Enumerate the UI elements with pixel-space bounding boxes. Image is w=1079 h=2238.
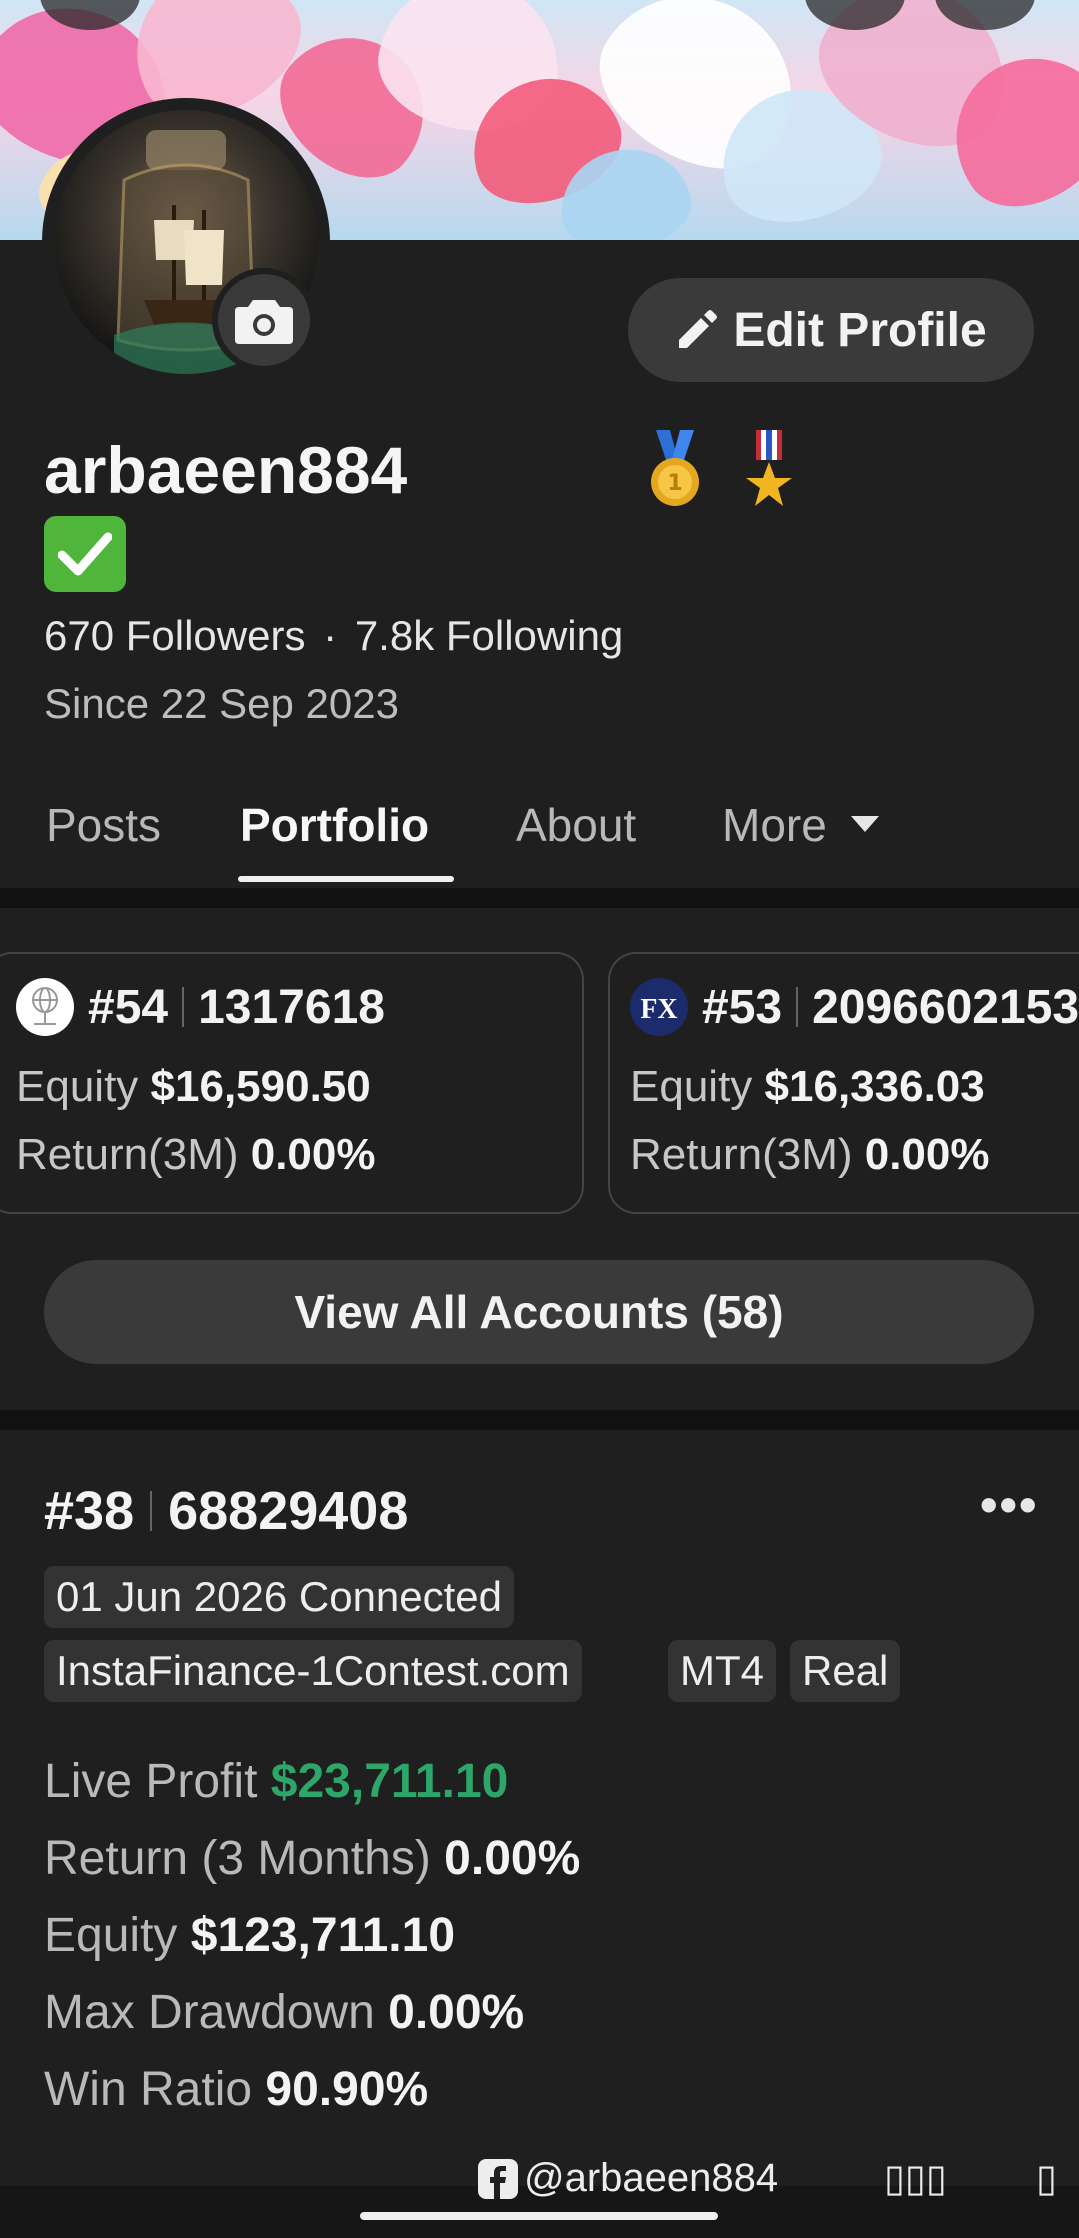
tab-more[interactable]: More bbox=[722, 798, 879, 852]
server-chip: InstaFinance-1Contest.com bbox=[44, 1640, 582, 1702]
pencil-icon bbox=[679, 310, 718, 348]
featured-account-number: 68829408 bbox=[168, 1481, 409, 1541]
active-tab-indicator bbox=[238, 876, 454, 882]
tab-posts[interactable]: Posts bbox=[46, 798, 161, 852]
metric-label: Equity bbox=[44, 1909, 178, 1962]
metric-label: Return (3 Months) bbox=[44, 1832, 431, 1885]
return-label: Return(3M) bbox=[16, 1130, 239, 1179]
metric-return: Return (3 Months) 0.00% bbox=[44, 1831, 580, 1886]
globe-logo-icon bbox=[16, 978, 74, 1036]
more-options-icon[interactable]: ••• bbox=[980, 1476, 1039, 1534]
metric-equity: Equity $123,711.10 bbox=[44, 1908, 455, 1963]
account-rank: #54 bbox=[88, 980, 169, 1034]
separator bbox=[796, 987, 799, 1027]
account-return: Return(3M) 0.00% bbox=[16, 1130, 376, 1180]
stats-separator: · bbox=[323, 612, 338, 659]
account-rank: #53 bbox=[702, 980, 783, 1034]
follow-stats: 670 Followers · 7.8k Following bbox=[44, 612, 623, 660]
account-number: 1317618 bbox=[198, 980, 385, 1034]
metric-label: Max Drawdown bbox=[44, 1986, 375, 2039]
svg-text:1: 1 bbox=[667, 471, 682, 496]
facebook-icon bbox=[478, 2158, 518, 2199]
equity-label: Equity bbox=[16, 1062, 139, 1111]
account-equity: Equity $16,590.50 bbox=[16, 1062, 371, 1112]
fx-logo-text: FX bbox=[640, 994, 677, 1025]
view-all-accounts-button[interactable]: View All Accounts (58) bbox=[44, 1260, 1034, 1364]
metric-value: $23,711.10 bbox=[270, 1755, 509, 1808]
caret-down-icon bbox=[850, 816, 879, 832]
section-divider bbox=[0, 888, 1079, 908]
separator bbox=[182, 987, 185, 1027]
account-number: 2096602153 bbox=[812, 980, 1079, 1034]
return-value: 0.00% bbox=[864, 1130, 990, 1179]
home-indicator[interactable] bbox=[360, 2212, 718, 2220]
medals: 1 bbox=[648, 430, 796, 510]
equity-label: Equity bbox=[630, 1062, 753, 1111]
account-card[interactable]: FX #53 2096602153 Equity $16,336.03 Retu… bbox=[608, 952, 1079, 1214]
featured-account-title: #38 68829408 bbox=[44, 1480, 408, 1542]
fx-logo-icon: FX bbox=[630, 978, 688, 1036]
connected-date-chip: 01 Jun 2026 Connected bbox=[44, 1566, 515, 1628]
return-label: Return(3M) bbox=[630, 1130, 853, 1179]
metric-value: 0.00% bbox=[444, 1832, 581, 1885]
edit-profile-label: Edit Profile bbox=[733, 303, 987, 357]
metric-value: 0.00% bbox=[388, 1986, 525, 2039]
equity-value: $16,590.50 bbox=[150, 1062, 371, 1111]
username: arbaeen884 bbox=[44, 433, 408, 507]
metric-value: 90.90% bbox=[265, 2063, 429, 2116]
watermark-glyphs: ▯▯▯ bbox=[884, 2156, 947, 2200]
metric-value: $123,711.10 bbox=[190, 1909, 456, 1962]
verified-icon bbox=[44, 516, 126, 592]
gold-medal-icon: 1 bbox=[651, 430, 699, 506]
camera-icon bbox=[235, 300, 293, 344]
metric-label: Win Ratio bbox=[44, 2063, 253, 2116]
separator bbox=[150, 1491, 153, 1531]
metric-live-profit: Live Profit $23,711.10 bbox=[44, 1754, 508, 1809]
equity-value: $16,336.03 bbox=[764, 1062, 985, 1111]
watermark-glyph: ▯ bbox=[1036, 2156, 1057, 2200]
followers-link[interactable]: 670 Followers bbox=[44, 612, 305, 659]
tab-about[interactable]: About bbox=[516, 798, 636, 852]
featured-rank: #38 bbox=[44, 1481, 135, 1541]
account-type-chip: Real bbox=[790, 1640, 901, 1702]
following-link[interactable]: 7.8k Following bbox=[355, 612, 623, 659]
metric-win-ratio: Win Ratio 90.90% bbox=[44, 2062, 428, 2117]
account-equity: Equity $16,336.03 bbox=[630, 1062, 985, 1112]
military-medal-icon bbox=[746, 430, 792, 506]
metric-max-drawdown: Max Drawdown 0.00% bbox=[44, 1985, 524, 2040]
tab-portfolio[interactable]: Portfolio bbox=[240, 798, 429, 852]
watermark-handle: @arbaeen884 bbox=[524, 2156, 779, 2200]
profile-tabs: Posts Portfolio About More bbox=[0, 780, 1079, 886]
return-value: 0.00% bbox=[250, 1130, 376, 1179]
account-card[interactable]: #54 1317618 Equity $16,590.50 Return(3M)… bbox=[0, 952, 584, 1214]
edit-profile-button[interactable]: Edit Profile bbox=[628, 278, 1034, 382]
member-since: Since 22 Sep 2023 bbox=[44, 680, 399, 727]
metric-label: Live Profit bbox=[44, 1755, 258, 1808]
section-divider bbox=[0, 1410, 1079, 1430]
platform-chip: MT4 bbox=[668, 1640, 776, 1702]
tab-more-label: More bbox=[722, 799, 827, 851]
account-return: Return(3M) 0.00% bbox=[630, 1130, 990, 1180]
watermark: @arbaeen884 bbox=[478, 2156, 778, 2201]
change-photo-button[interactable] bbox=[212, 268, 316, 372]
